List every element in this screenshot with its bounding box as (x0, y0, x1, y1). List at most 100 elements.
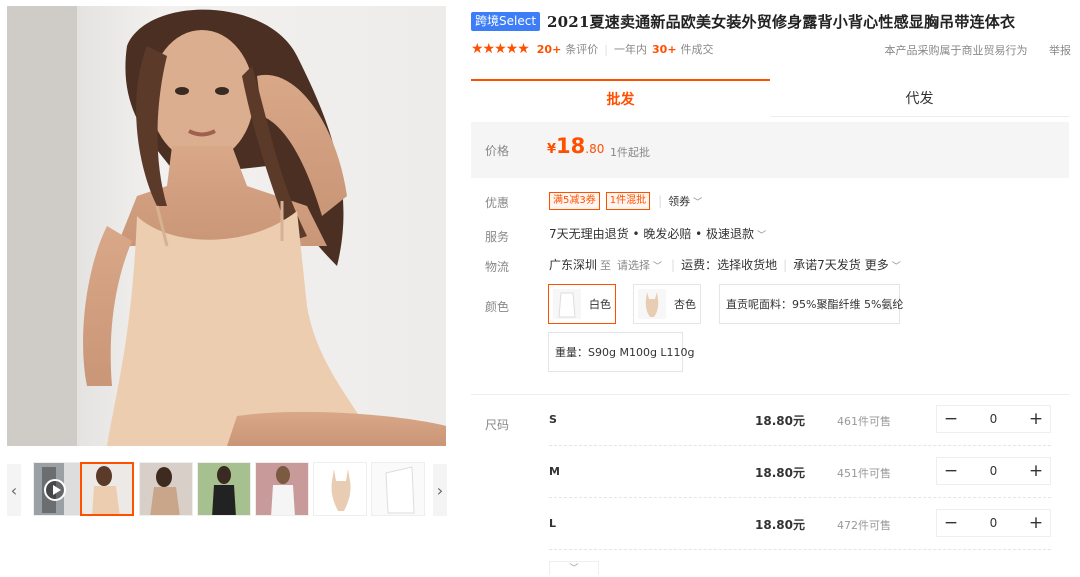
thumbnail-model-2[interactable] (139, 462, 193, 516)
plus-icon[interactable]: + (1022, 510, 1050, 536)
quantity-stepper: − 0 + (936, 457, 1051, 485)
tab-dropship[interactable]: 代发 (770, 79, 1069, 117)
review-label: 条评价 (565, 43, 599, 56)
size-stock: 451件可售 (837, 467, 891, 480)
color-option-apricot[interactable]: 杏色 (633, 284, 701, 324)
coupon-row: 满5减3券 1件混批 | 领券 ﹀ (549, 191, 702, 211)
shipping-label: 物流 (485, 260, 510, 274)
price-integer: 18 (556, 134, 586, 158)
price-box: 价格 ¥18.80 1件起批 (471, 122, 1069, 178)
trade-notice: 本产品采购属于商业贸易行为 (884, 44, 1028, 57)
price-label: 价格 (485, 143, 510, 158)
minus-icon[interactable]: − (937, 458, 965, 484)
ship-promise: 承诺7天发货 (793, 258, 861, 272)
size-row-m: M 18.80元 451件可售 − 0 + (549, 446, 1051, 498)
divider: | (671, 257, 676, 272)
shipping-fee: 运费：选择收货地 (681, 258, 778, 272)
divider: | (783, 257, 788, 272)
divider: | (604, 42, 609, 56)
quantity-value[interactable]: 0 (965, 412, 1022, 426)
price-decimal: .80 (585, 142, 605, 156)
color-option-white[interactable]: 白色 (548, 284, 616, 324)
color-label: 颜色 (485, 300, 510, 314)
service-label: 服务 (485, 230, 510, 244)
size-name: S (549, 413, 557, 426)
review-count[interactable]: 20+ (537, 43, 562, 56)
size-label: 尺码 (485, 418, 510, 432)
model-photo (7, 6, 446, 446)
size-row-s: S 18.80元 461件可售 − 0 + (549, 394, 1051, 446)
expand-sizes-button[interactable]: ﹀ (549, 561, 599, 575)
coupon-tag[interactable]: 满5减3券 (549, 192, 600, 210)
minus-icon[interactable]: − (937, 406, 965, 432)
chevron-down-icon: ﹀ (757, 231, 767, 241)
size-stock: 461件可售 (837, 415, 891, 428)
sold-label: 件成交 (680, 43, 714, 56)
size-name: L (549, 517, 557, 530)
ship-to-prefix: 至 (600, 258, 612, 272)
more-shipping-button[interactable]: 更多 ﹀ (865, 256, 901, 273)
chevron-right-icon[interactable]: › (433, 464, 447, 516)
size-name: M (549, 465, 560, 478)
weight-info: 重量：S90g M100g L110g (548, 332, 695, 372)
size-stock: 472件可售 (837, 519, 891, 532)
destination-select[interactable]: 请选择 ﹀ (617, 257, 662, 273)
size-price: 18.80元 (755, 466, 805, 480)
quantity-stepper: − 0 + (936, 405, 1051, 433)
weight-text: 重量：S90g M100g L110g (555, 346, 695, 359)
rating-row: ★★★★★ 20+ 条评价 | 一年内 30+ 件成交 本产品采购属于商业贸易行… (471, 39, 1071, 59)
thumbnail-model-3[interactable] (197, 462, 251, 516)
quantity-value[interactable]: 0 (965, 516, 1022, 530)
thumbnail-beige-front[interactable] (80, 462, 134, 516)
thumbnail-model-4[interactable] (255, 462, 309, 516)
chevron-down-icon: ﹀ (891, 262, 901, 272)
chevron-left-icon[interactable]: ‹ (7, 464, 21, 516)
price-value: ¥18.80 (547, 134, 604, 158)
sold-count: 30+ (652, 42, 677, 56)
color-option-label: 白色 (589, 298, 611, 311)
chevron-down-icon: ﹀ (653, 261, 663, 272)
thumbnail-product-white[interactable] (371, 462, 425, 516)
service-text: 7天无理由退货 • 晚发必赔 • 极速退款 (549, 227, 755, 241)
plus-icon[interactable]: + (1022, 406, 1050, 432)
meta-right: 本产品采购属于商业贸易行为 举报 (885, 42, 1072, 58)
get-coupon-button[interactable]: 领券 ﹀ (668, 193, 702, 209)
divider: | (658, 194, 663, 208)
service-dropdown[interactable]: 7天无理由退货 • 晚发必赔 • 极速退款 ﹀ (549, 225, 766, 242)
coupon-label: 优惠 (485, 196, 510, 210)
tab-wholesale[interactable]: 批发 (471, 79, 770, 117)
thumbnail-product-beige[interactable] (313, 462, 367, 516)
destination-placeholder: 请选择 (617, 258, 651, 272)
more-label: 更多 (864, 258, 889, 272)
thumbnail-strip: ‹ › (7, 462, 447, 518)
main-product-image[interactable] (7, 6, 446, 446)
minus-icon[interactable]: − (937, 510, 965, 536)
year-label: 一年内 (614, 43, 648, 56)
chevron-down-icon: ﹀ (693, 198, 703, 208)
play-icon (44, 479, 66, 501)
quantity-value[interactable]: 0 (965, 464, 1022, 478)
material-info: 直贡呢面料：95%聚酯纤维 5%氨纶 (719, 284, 904, 324)
size-price: 18.80元 (755, 414, 805, 428)
material-text: 直贡呢面料：95%聚酯纤维 5%氨纶 (726, 298, 904, 311)
thumbnail-video[interactable] (33, 462, 87, 516)
min-order: 1件起批 (610, 146, 650, 159)
purchase-mode-tabs: 批发 代发 (471, 79, 1069, 117)
color-option-label: 杏色 (674, 298, 696, 311)
get-coupon-label: 领券 (668, 195, 691, 208)
currency-symbol: ¥ (547, 142, 557, 157)
product-title-row: 跨境Select 2021夏速卖通新品欧美女装外贸修身露背小背心性感显胸吊带连体… (471, 9, 1071, 33)
cross-border-badge: 跨境Select (471, 11, 541, 31)
size-price: 18.80元 (755, 518, 805, 532)
mixed-batch-tag: 1件混批 (605, 192, 651, 210)
swatch-apricot (638, 289, 666, 319)
rating-stars: ★★★★★ (471, 41, 530, 57)
size-row-l: L 18.80元 472件可售 − 0 + (549, 498, 1051, 550)
shipping-row: 广东深圳 至 请选择 ﹀ | 运费：选择收货地 | 承诺7天发货 更多 ﹀ (549, 256, 901, 273)
ship-from: 广东深圳 (549, 258, 598, 272)
plus-icon[interactable]: + (1022, 458, 1050, 484)
report-link[interactable]: 举报 (1049, 44, 1071, 57)
swatch-white (553, 289, 581, 319)
quantity-stepper: − 0 + (936, 509, 1051, 537)
chevron-down-icon: ﹀ (569, 564, 579, 574)
